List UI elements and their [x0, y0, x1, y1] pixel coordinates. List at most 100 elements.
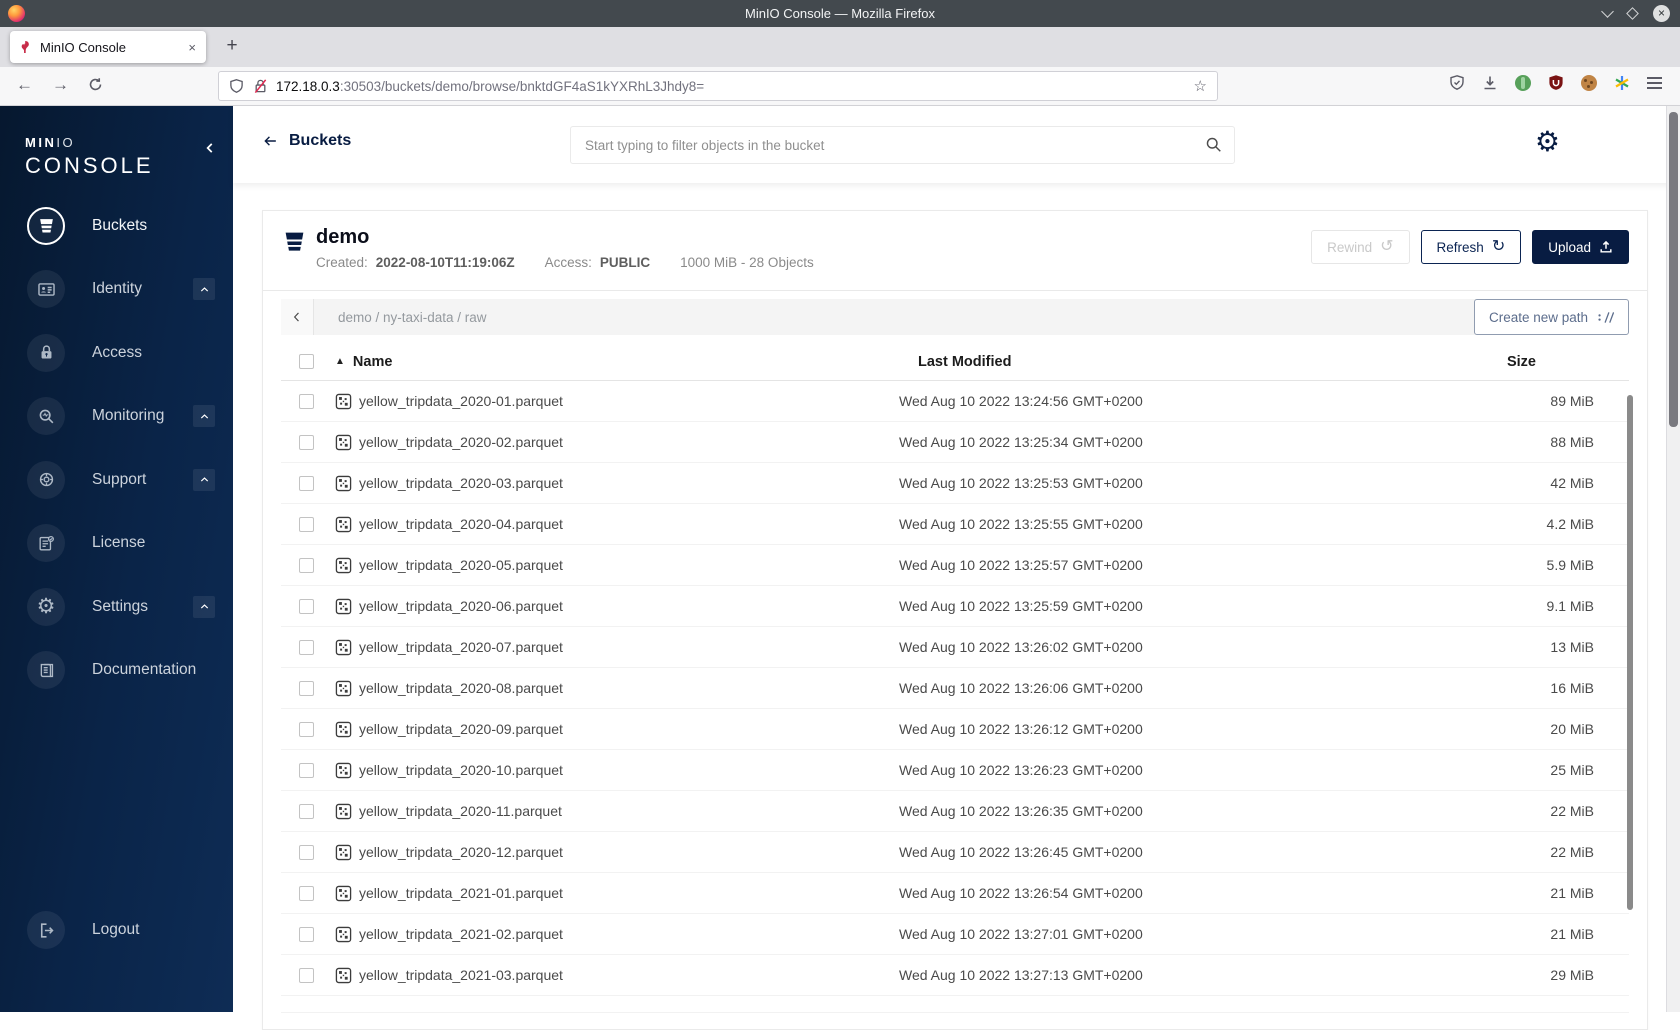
sidebar-item-monitoring[interactable]: Monitoring: [0, 385, 233, 449]
table-scrollbar-thumb[interactable]: [1627, 395, 1633, 910]
column-header-name[interactable]: Name: [353, 354, 393, 370]
ublock-shield-icon[interactable]: [1548, 74, 1564, 91]
upload-button[interactable]: Upload: [1532, 230, 1629, 264]
row-checkbox[interactable]: [299, 516, 314, 532]
object-name[interactable]: yellow_tripdata_2020-12.parquet: [359, 844, 899, 860]
row-checkbox[interactable]: [299, 762, 314, 778]
parquet-file-icon: [335, 844, 352, 861]
colorful-asterisk-extension-icon[interactable]: [1614, 75, 1630, 91]
back-icon[interactable]: ←: [16, 75, 33, 95]
chevron-up-icon[interactable]: [193, 405, 215, 428]
object-name[interactable]: yellow_tripdata_2021-02.parquet: [359, 926, 899, 942]
window-maximize-icon[interactable]: [1626, 7, 1639, 20]
sidebar-collapse-icon[interactable]: [203, 140, 217, 156]
sidebar-item-identity[interactable]: Identity: [0, 258, 233, 322]
table-row[interactable]: yellow_tripdata_2021-02.parquet Wed Aug …: [281, 914, 1629, 955]
table-row[interactable]: yellow_tripdata_2020-08.parquet Wed Aug …: [281, 668, 1629, 709]
chevron-up-icon[interactable]: [193, 595, 215, 618]
sort-ascending-icon[interactable]: ▲: [335, 356, 345, 367]
object-size: 13 MiB: [1550, 639, 1594, 655]
object-size: 9.1 MiB: [1546, 598, 1594, 614]
row-checkbox[interactable]: [299, 393, 314, 409]
tab-close-icon[interactable]: ×: [186, 40, 198, 55]
object-last-modified: Wed Aug 10 2022 13:25:57 GMT+0200: [899, 557, 1143, 573]
object-name[interactable]: yellow_tripdata_2020-03.parquet: [359, 475, 899, 491]
table-row[interactable]: yellow_tripdata_2021-03.parquet Wed Aug …: [281, 955, 1629, 996]
sidebar-item-license[interactable]: License: [0, 512, 233, 576]
path-back-button[interactable]: [281, 299, 314, 335]
window-close-icon[interactable]: ×: [1653, 5, 1670, 22]
sidebar-item-settings[interactable]: ⚙ Settings: [0, 575, 233, 639]
back-to-buckets-link[interactable]: Buckets: [261, 132, 351, 150]
table-row[interactable]: yellow_tripdata_2020-05.parquet Wed Aug …: [281, 545, 1629, 586]
sidebar-item-support[interactable]: Support: [0, 448, 233, 512]
row-checkbox[interactable]: [299, 803, 314, 819]
row-checkbox[interactable]: [299, 639, 314, 655]
row-checkbox[interactable]: [299, 557, 314, 573]
object-name[interactable]: yellow_tripdata_2020-02.parquet: [359, 434, 899, 450]
page-scrollbar[interactable]: [1666, 106, 1680, 1012]
row-checkbox[interactable]: [299, 885, 314, 901]
sidebar-item-access[interactable]: Access: [0, 321, 233, 385]
row-checkbox[interactable]: [299, 434, 314, 450]
extension-green-icon[interactable]: [1515, 74, 1531, 91]
insecure-lock-icon[interactable]: [253, 78, 268, 94]
object-name[interactable]: yellow_tripdata_2020-10.parquet: [359, 762, 899, 778]
new-tab-button[interactable]: +: [218, 33, 246, 61]
sidebar-item-documentation[interactable]: Documentation: [0, 639, 233, 703]
object-name[interactable]: yellow_tripdata_2020-05.parquet: [359, 557, 899, 573]
object-name[interactable]: yellow_tripdata_2020-11.parquet: [359, 803, 899, 819]
table-row[interactable]: yellow_tripdata_2020-07.parquet Wed Aug …: [281, 627, 1629, 668]
url-bar[interactable]: 172.18.0.3 :30503/buckets/demo/browse/bn…: [218, 71, 1218, 101]
window-minimize-icon[interactable]: [1601, 5, 1614, 18]
breadcrumb[interactable]: demo / ny-taxi-data / raw: [314, 299, 1521, 335]
column-header-size[interactable]: Size: [1414, 354, 1629, 370]
row-checkbox[interactable]: [299, 844, 314, 860]
downloads-icon[interactable]: [1482, 75, 1498, 91]
sidebar-item-buckets[interactable]: Buckets: [0, 194, 233, 258]
column-header-last-modified[interactable]: Last Modified: [918, 354, 1414, 370]
object-name[interactable]: yellow_tripdata_2020-06.parquet: [359, 598, 899, 614]
refresh-button[interactable]: Refresh ↻: [1420, 230, 1522, 264]
forward-icon[interactable]: →: [52, 75, 69, 95]
table-row[interactable]: yellow_tripdata_2020-09.parquet Wed Aug …: [281, 709, 1629, 750]
bookmark-star-icon[interactable]: ☆: [1194, 77, 1207, 95]
row-checkbox[interactable]: [299, 598, 314, 614]
chevron-up-icon[interactable]: [193, 468, 215, 491]
menu-hamburger-icon[interactable]: [1647, 76, 1662, 89]
object-name[interactable]: yellow_tripdata_2020-04.parquet: [359, 516, 899, 532]
object-name[interactable]: yellow_tripdata_2020-01.parquet: [359, 393, 899, 409]
reload-icon[interactable]: [88, 77, 103, 92]
sidebar-item-logout[interactable]: Logout: [0, 899, 233, 963]
object-name[interactable]: yellow_tripdata_2020-08.parquet: [359, 680, 899, 696]
browser-tab[interactable]: MinIO Console ×: [10, 31, 206, 63]
table-row[interactable]: yellow_tripdata_2020-10.parquet Wed Aug …: [281, 750, 1629, 791]
object-name[interactable]: yellow_tripdata_2020-09.parquet: [359, 721, 899, 737]
select-all-checkbox[interactable]: [299, 354, 314, 369]
cookie-extension-icon[interactable]: [1581, 74, 1597, 91]
object-name[interactable]: yellow_tripdata_2021-03.parquet: [359, 967, 899, 983]
create-new-path-button[interactable]: Create new path: [1474, 299, 1629, 335]
search-input[interactable]: [570, 126, 1235, 164]
rewind-button[interactable]: Rewind ↺: [1311, 230, 1410, 264]
table-row[interactable]: yellow_tripdata_2020-11.parquet Wed Aug …: [281, 791, 1629, 832]
chevron-up-icon[interactable]: [193, 278, 215, 301]
table-row[interactable]: yellow_tripdata_2021-01.parquet Wed Aug …: [281, 873, 1629, 914]
row-checkbox[interactable]: [299, 475, 314, 491]
object-name[interactable]: yellow_tripdata_2020-07.parquet: [359, 639, 899, 655]
table-row[interactable]: yellow_tripdata_2020-03.parquet Wed Aug …: [281, 463, 1629, 504]
table-row[interactable]: yellow_tripdata_2020-01.parquet Wed Aug …: [281, 381, 1629, 422]
table-row[interactable]: yellow_tripdata_2020-04.parquet Wed Aug …: [281, 504, 1629, 545]
tracking-shield-icon[interactable]: [229, 78, 244, 94]
row-checkbox[interactable]: [299, 721, 314, 737]
row-checkbox[interactable]: [299, 967, 314, 983]
object-name[interactable]: yellow_tripdata_2021-01.parquet: [359, 885, 899, 901]
permissions-shield-icon[interactable]: [1449, 74, 1465, 91]
console-settings-gear-icon[interactable]: ⚙: [1535, 128, 1560, 156]
table-row[interactable]: yellow_tripdata_2020-02.parquet Wed Aug …: [281, 422, 1629, 463]
page-scrollbar-thumb[interactable]: [1669, 112, 1678, 427]
row-checkbox[interactable]: [299, 680, 314, 696]
row-checkbox[interactable]: [299, 926, 314, 942]
table-row[interactable]: yellow_tripdata_2020-12.parquet Wed Aug …: [281, 832, 1629, 873]
table-row[interactable]: yellow_tripdata_2020-06.parquet Wed Aug …: [281, 586, 1629, 627]
